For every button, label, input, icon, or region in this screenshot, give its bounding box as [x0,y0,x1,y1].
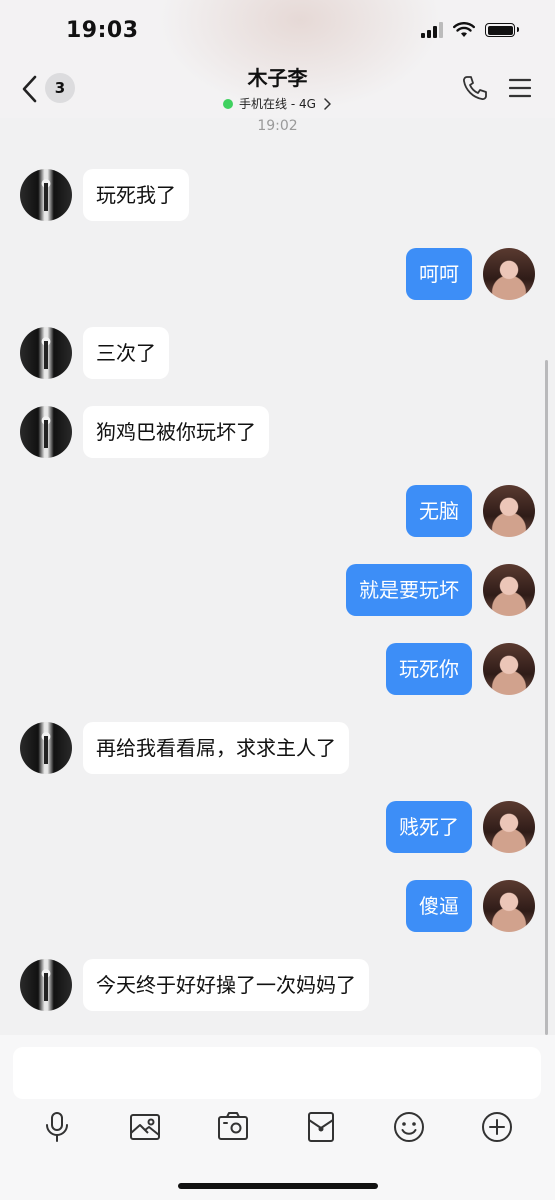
my-avatar[interactable] [483,485,535,537]
camera-icon[interactable] [216,1110,250,1144]
microphone-icon[interactable] [40,1110,74,1144]
my-avatar[interactable] [483,880,535,932]
chat-timestamp: 19:02 [257,118,298,134]
message-row: 傻逼 [0,880,555,932]
message-row: 就是要玩坏 [0,564,555,616]
my-avatar[interactable] [483,564,535,616]
emoji-icon[interactable] [392,1110,426,1144]
my-avatar[interactable] [483,801,535,853]
message-bubble[interactable]: 再给我看看屌，求求主人了 [83,722,349,774]
phone-call-icon[interactable] [461,74,489,102]
my-avatar[interactable] [483,248,535,300]
message-bubble[interactable]: 傻逼 [406,880,472,932]
cellular-signal-icon [421,22,443,38]
contact-avatar[interactable] [20,406,72,458]
image-icon[interactable] [128,1110,162,1144]
chat-scrollbar[interactable] [545,360,548,1035]
menu-icon[interactable] [509,77,531,99]
message-row: 玩死我了 [0,169,555,221]
message-bubble[interactable]: 狗鸡巴被你玩坏了 [83,406,269,458]
message-row: 呵呵 [0,248,555,300]
chevron-right-icon [324,97,331,110]
status-icons [421,22,519,38]
message-row: 狗鸡巴被你玩坏了 [0,406,555,458]
contact-avatar[interactable] [20,169,72,221]
my-avatar[interactable] [483,643,535,695]
plus-icon[interactable] [480,1110,514,1144]
contact-avatar[interactable] [20,327,72,379]
message-row: 玩死你 [0,643,555,695]
message-bubble[interactable]: 呵呵 [406,248,472,300]
message-bubble[interactable]: 就是要玩坏 [346,564,472,616]
message-row: 贱死了 [0,801,555,853]
message-bubble[interactable]: 贱死了 [386,801,472,853]
status-time: 19:03 [66,18,139,43]
message-row: 再给我看看屌，求求主人了 [0,722,555,774]
online-status-text: 手机在线 - 4G [239,97,316,111]
home-indicator[interactable] [178,1183,378,1189]
message-row: 三次了 [0,327,555,379]
message-row: 今天终于好好操了一次妈妈了 [0,959,555,1011]
message-bubble[interactable]: 玩死我了 [83,169,189,221]
composer-panel [0,1035,555,1200]
online-indicator-icon [223,98,234,109]
message-bubble[interactable]: 三次了 [83,327,169,379]
message-bubble[interactable]: 今天终于好好操了一次妈妈了 [83,959,369,1011]
message-input[interactable] [13,1047,541,1099]
wifi-icon [453,22,475,37]
contact-avatar[interactable] [20,959,72,1011]
contact-avatar[interactable] [20,722,72,774]
red-packet-icon[interactable] [304,1110,338,1144]
message-bubble[interactable]: 玩死你 [386,643,472,695]
battery-icon [485,23,519,37]
message-row: 无脑 [0,485,555,537]
message-bubble[interactable]: 无脑 [406,485,472,537]
